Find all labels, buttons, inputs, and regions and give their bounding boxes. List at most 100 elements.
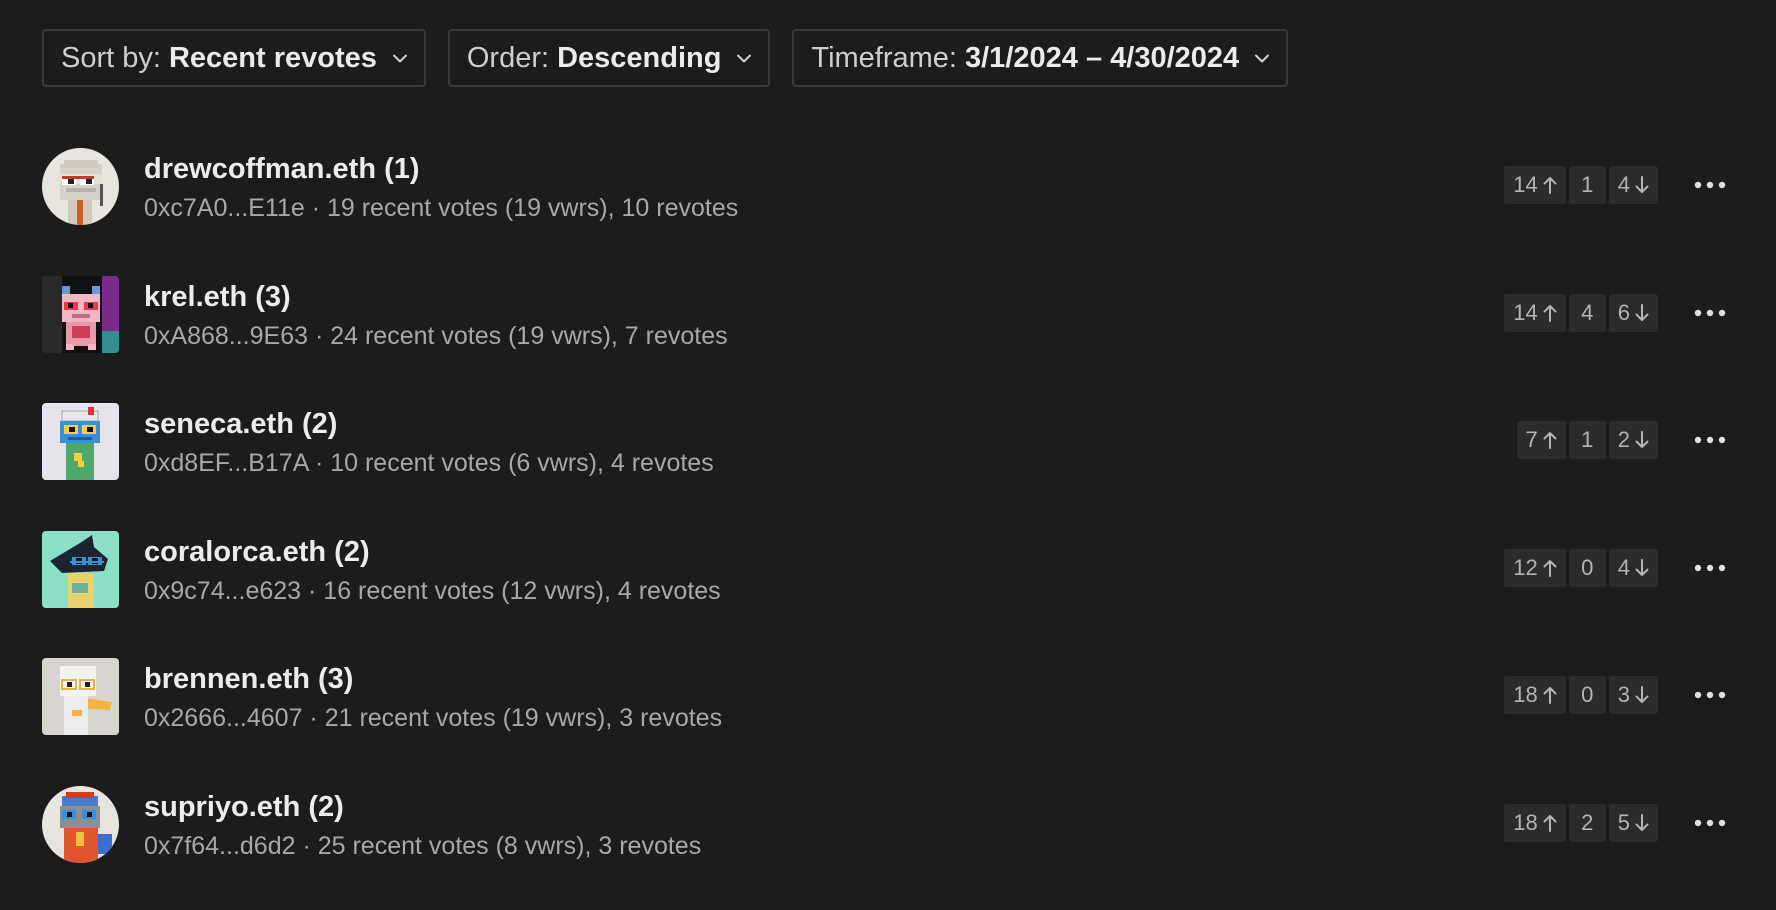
- voter-meta: 0x9c74...e623 · 16 recent votes (12 vwrs…: [144, 577, 721, 606]
- more-options-button[interactable]: [1690, 803, 1730, 843]
- more-options-button[interactable]: [1690, 675, 1730, 715]
- votes-abstain-badge: 4: [1569, 294, 1606, 332]
- vote-counts: 12 0 4: [1504, 549, 1658, 587]
- votes-for-count: 14: [1513, 172, 1537, 198]
- voter-row[interactable]: brennen.eth (3) 0x2666...4607 · 21 recen…: [0, 655, 1776, 783]
- votes-abstain-count: 0: [1581, 682, 1593, 708]
- arrow-down-icon: [1635, 176, 1649, 194]
- votes-abstain-badge: 1: [1569, 166, 1606, 204]
- votes-abstain-badge: 1: [1569, 421, 1606, 459]
- voter-meta: 0x7f64...d6d2 · 25 recent votes (8 vwrs)…: [144, 832, 701, 861]
- more-options-button[interactable]: [1690, 420, 1730, 460]
- voter-name[interactable]: krel.eth (3): [144, 281, 291, 314]
- sort-by-dropdown[interactable]: Sort by: Recent revotes: [42, 29, 426, 87]
- arrow-down-icon: [1635, 559, 1649, 577]
- order-dropdown[interactable]: Order: Descending: [448, 29, 771, 87]
- arrow-down-icon: [1635, 431, 1649, 449]
- voter-name[interactable]: supriyo.eth (2): [144, 791, 344, 824]
- arrow-up-icon: [1543, 176, 1557, 194]
- arrow-up-icon: [1543, 686, 1557, 704]
- noun-avatar-icon: [42, 531, 119, 608]
- voter-name[interactable]: drewcoffman.eth (1): [144, 153, 420, 186]
- more-horizontal-icon: [1694, 686, 1726, 704]
- noun-avatar-icon: [42, 403, 119, 480]
- timeframe-dropdown[interactable]: Timeframe: 3/1/2024 – 4/30/2024: [792, 29, 1288, 87]
- votes-against-count: 6: [1618, 300, 1630, 326]
- more-horizontal-icon: [1694, 431, 1726, 449]
- noun-avatar-icon: [42, 276, 119, 353]
- chevron-down-icon: [393, 54, 407, 63]
- voter-row[interactable]: seneca.eth (2) 0xd8EF...B17A · 10 recent…: [0, 400, 1776, 528]
- chevron-down-icon: [737, 54, 751, 63]
- more-horizontal-icon: [1694, 814, 1726, 832]
- votes-against-badge: 5: [1609, 804, 1658, 842]
- votes-abstain-count: 4: [1581, 300, 1593, 326]
- more-options-button[interactable]: [1690, 293, 1730, 333]
- votes-against-badge: 4: [1609, 549, 1658, 587]
- more-horizontal-icon: [1694, 559, 1726, 577]
- vote-counts: 14 1 4: [1504, 166, 1658, 204]
- voter-row[interactable]: coralorca.eth (2) 0x9c74...e623 · 16 rec…: [0, 528, 1776, 656]
- arrow-down-icon: [1635, 814, 1649, 832]
- votes-against-count: 3: [1618, 682, 1630, 708]
- votes-for-badge: 14: [1504, 294, 1565, 332]
- voter-row[interactable]: krel.eth (3) 0xA868...9E63 · 24 recent v…: [0, 273, 1776, 401]
- votes-for-badge: 14: [1504, 166, 1565, 204]
- sort-by-label: Sort by:: [61, 42, 161, 75]
- more-horizontal-icon: [1694, 304, 1726, 322]
- votes-abstain-count: 1: [1581, 172, 1593, 198]
- filter-toolbar: Sort by: Recent revotes Order: Descendin…: [42, 29, 1288, 87]
- votes-against-count: 5: [1618, 810, 1630, 836]
- voter-meta: 0xd8EF...B17A · 10 recent votes (6 vwrs)…: [144, 449, 714, 478]
- votes-against-count: 4: [1618, 555, 1630, 581]
- more-options-button[interactable]: [1690, 165, 1730, 205]
- arrow-down-icon: [1635, 304, 1649, 322]
- votes-abstain-count: 0: [1581, 555, 1593, 581]
- votes-against-badge: 4: [1609, 166, 1658, 204]
- vote-counts: 14 4 6: [1504, 294, 1658, 332]
- votes-for-count: 18: [1513, 810, 1537, 836]
- voter-meta: 0xA868...9E63 · 24 recent votes (19 vwrs…: [144, 322, 728, 351]
- arrow-up-icon: [1543, 814, 1557, 832]
- votes-against-badge: 3: [1609, 676, 1658, 714]
- more-options-button[interactable]: [1690, 548, 1730, 588]
- votes-abstain-count: 2: [1581, 810, 1593, 836]
- voter-row[interactable]: supriyo.eth (2) 0x7f64...d6d2 · 25 recen…: [0, 783, 1776, 910]
- votes-against-badge: 2: [1609, 421, 1658, 459]
- votes-for-badge: 18: [1504, 804, 1565, 842]
- voter-name[interactable]: seneca.eth (2): [144, 408, 337, 441]
- voter-meta: 0xc7A0...E11e · 19 recent votes (19 vwrs…: [144, 194, 738, 223]
- timeframe-label: Timeframe:: [811, 42, 957, 75]
- votes-abstain-count: 1: [1581, 427, 1593, 453]
- arrow-down-icon: [1635, 686, 1649, 704]
- votes-for-count: 12: [1513, 555, 1537, 581]
- votes-for-count: 7: [1526, 427, 1538, 453]
- arrow-up-icon: [1543, 431, 1557, 449]
- chevron-down-icon: [1255, 54, 1269, 63]
- noun-avatar-icon: [42, 148, 119, 225]
- votes-for-badge: 12: [1504, 549, 1565, 587]
- voter-meta: 0x2666...4607 · 21 recent votes (19 vwrs…: [144, 704, 722, 733]
- order-value: Descending: [557, 42, 721, 75]
- noun-avatar-icon: [42, 786, 119, 863]
- votes-for-badge: 7: [1517, 421, 1566, 459]
- vote-counts: 7 1 2: [1517, 421, 1659, 459]
- voter-row[interactable]: drewcoffman.eth (1) 0xc7A0...E11e · 19 r…: [0, 145, 1776, 273]
- votes-for-badge: 18: [1504, 676, 1565, 714]
- order-label: Order:: [467, 42, 549, 75]
- arrow-up-icon: [1543, 304, 1557, 322]
- vote-counts: 18 2 5: [1504, 804, 1658, 842]
- votes-for-count: 18: [1513, 682, 1537, 708]
- sort-by-value: Recent revotes: [169, 42, 377, 75]
- votes-abstain-badge: 2: [1569, 804, 1606, 842]
- arrow-up-icon: [1543, 559, 1557, 577]
- voter-name[interactable]: brennen.eth (3): [144, 663, 353, 696]
- timeframe-value: 3/1/2024 – 4/30/2024: [965, 42, 1239, 75]
- votes-against-count: 4: [1618, 172, 1630, 198]
- vote-counts: 18 0 3: [1504, 676, 1658, 714]
- voter-name[interactable]: coralorca.eth (2): [144, 536, 370, 569]
- votes-abstain-badge: 0: [1569, 549, 1606, 587]
- votes-for-count: 14: [1513, 300, 1537, 326]
- more-horizontal-icon: [1694, 176, 1726, 194]
- votes-against-badge: 6: [1609, 294, 1658, 332]
